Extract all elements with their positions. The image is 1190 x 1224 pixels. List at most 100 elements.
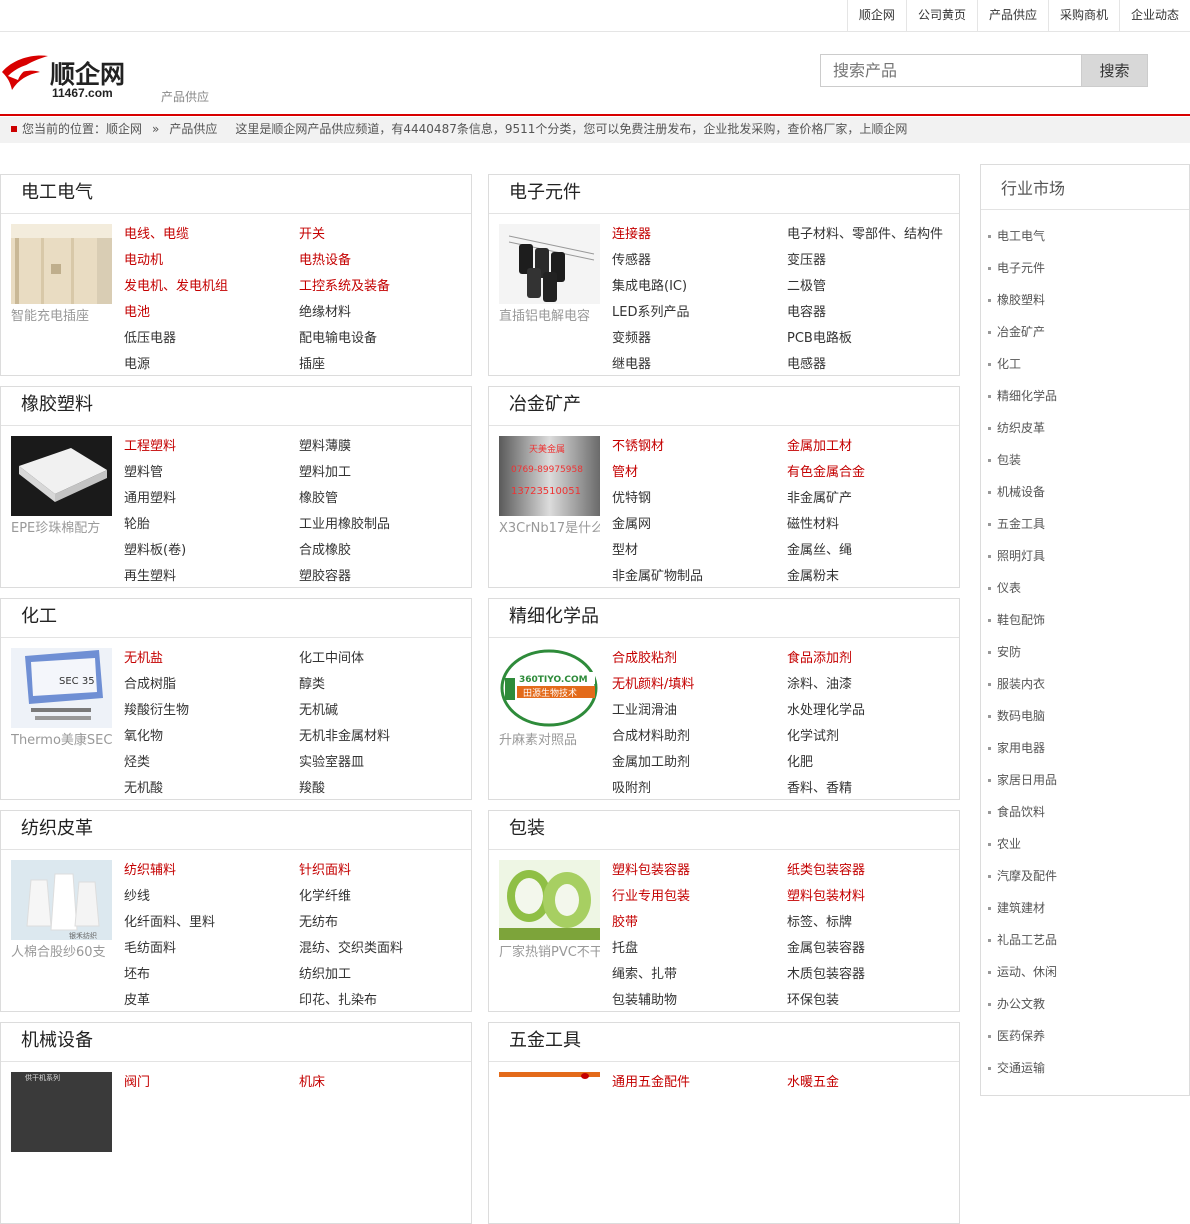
category-link[interactable]: 皮革 [124, 988, 299, 1014]
category-link[interactable]: 羧酸 [299, 776, 470, 802]
product-caption[interactable]: 厂家热销PVC不干胶 [499, 944, 600, 962]
category-link[interactable]: 集成电路(IC) [612, 274, 787, 300]
category-link[interactable]: 绳索、扎带 [612, 962, 787, 988]
sidebar-item[interactable]: 家用电器 [981, 732, 1189, 764]
category-link[interactable]: 工程塑料 [124, 434, 299, 460]
category-link[interactable]: 塑料加工 [299, 460, 470, 486]
category-link[interactable]: 金属粉末 [787, 564, 958, 590]
category-link[interactable]: 阀门 [124, 1070, 299, 1096]
category-link[interactable]: 型材 [612, 538, 787, 564]
category-link[interactable]: 实验室器皿 [299, 750, 470, 776]
sidebar-item[interactable]: 化工 [981, 348, 1189, 380]
category-link[interactable]: 优特钢 [612, 486, 787, 512]
category-link[interactable]: 托盘 [612, 936, 787, 962]
category-link[interactable]: 纺织加工 [299, 962, 470, 988]
category-link[interactable]: 合成胶粘剂 [612, 646, 787, 672]
category-link[interactable]: 针织面料 [299, 858, 470, 884]
category-link[interactable]: 电线、电缆 [124, 222, 299, 248]
category-link[interactable]: 电池 [124, 300, 299, 326]
category-link[interactable]: 羧酸衍生物 [124, 698, 299, 724]
category-link[interactable]: 合成橡胶 [299, 538, 470, 564]
category-link[interactable]: 再生塑料 [124, 564, 299, 590]
category-link[interactable]: 香料、香精 [787, 776, 958, 802]
category-link[interactable]: 有色金属合金 [787, 460, 958, 486]
category-link[interactable]: 标签、标牌 [787, 910, 958, 936]
category-link[interactable]: 金属加工助剂 [612, 750, 787, 776]
category-link[interactable]: 工业用橡胶制品 [299, 512, 470, 538]
category-link[interactable]: LED系列产品 [612, 300, 787, 326]
category-link[interactable]: 通用五金配件 [612, 1070, 787, 1096]
category-link[interactable]: 水处理化学品 [787, 698, 958, 724]
sidebar-item[interactable]: 农业 [981, 828, 1189, 860]
category-link[interactable]: 非金属矿物制品 [612, 564, 787, 590]
category-link[interactable]: 化学纤维 [299, 884, 470, 910]
category-link[interactable]: 吸附剂 [612, 776, 787, 802]
sidebar-item[interactable]: 食品饮料 [981, 796, 1189, 828]
category-link[interactable]: 发电机、发电机组 [124, 274, 299, 300]
category-link[interactable]: 通用塑料 [124, 486, 299, 512]
sidebar-item[interactable]: 建筑建材 [981, 892, 1189, 924]
category-link[interactable]: 电容器 [787, 300, 958, 326]
category-link[interactable]: 继电器 [612, 352, 787, 378]
category-link[interactable]: 无纺布 [299, 910, 470, 936]
sidebar-item[interactable]: 机械设备 [981, 476, 1189, 508]
product-thumbnail[interactable]: 银禾纺织 [11, 860, 112, 940]
topnav-yellow-pages[interactable]: 公司黄页 [905, 0, 977, 31]
category-link[interactable]: 水暖五金 [787, 1070, 958, 1096]
category-link[interactable]: 无机盐 [124, 646, 299, 672]
category-title[interactable]: 电工电气 [1, 175, 471, 214]
category-link[interactable]: 低压电器 [124, 326, 299, 352]
sidebar-item[interactable]: 运动、休闲 [981, 956, 1189, 988]
sidebar-item[interactable]: 汽摩及配件 [981, 860, 1189, 892]
category-link[interactable]: 胶带 [612, 910, 787, 936]
product-thumbnail[interactable] [499, 1072, 600, 1152]
sidebar-item[interactable]: 安防 [981, 636, 1189, 668]
category-link[interactable]: 变频器 [612, 326, 787, 352]
category-title[interactable]: 化工 [1, 599, 471, 638]
category-link[interactable]: 工业润滑油 [612, 698, 787, 724]
category-link[interactable]: 连接器 [612, 222, 787, 248]
category-link[interactable]: 化工中间体 [299, 646, 470, 672]
category-link[interactable]: 电动机 [124, 248, 299, 274]
sidebar-item[interactable]: 五金工具 [981, 508, 1189, 540]
site-logo[interactable]: 顺企网 11467.com [0, 50, 160, 106]
category-link[interactable]: 工控系统及装备 [299, 274, 470, 300]
category-link[interactable]: 食品添加剂 [787, 646, 958, 672]
category-link[interactable]: 塑料板(卷) [124, 538, 299, 564]
topnav-purchase[interactable]: 采购商机 [1047, 0, 1119, 31]
sidebar-item[interactable]: 医药保养 [981, 1020, 1189, 1052]
category-link[interactable]: 涂料、油漆 [787, 672, 958, 698]
product-thumbnail[interactable]: 供干机系列 [11, 1072, 112, 1152]
sidebar-item[interactable]: 家居日用品 [981, 764, 1189, 796]
sidebar-item[interactable]: 服装内衣 [981, 668, 1189, 700]
category-link[interactable]: 插座 [299, 352, 470, 378]
topnav-news[interactable]: 企业动态 [1118, 0, 1190, 31]
product-thumbnail[interactable]: 360TIYO.COM 田源生物技术 [499, 648, 600, 728]
sidebar-item[interactable]: 橡胶塑料 [981, 284, 1189, 316]
category-link[interactable]: 烃类 [124, 750, 299, 776]
category-link[interactable]: 无机非金属材料 [299, 724, 470, 750]
category-link[interactable]: PCB电路板 [787, 326, 958, 352]
search-input[interactable] [820, 54, 1082, 87]
category-link[interactable]: 纱线 [124, 884, 299, 910]
category-link[interactable]: 塑料管 [124, 460, 299, 486]
category-link[interactable]: 印花、扎染布 [299, 988, 470, 1014]
category-link[interactable]: 环保包装 [787, 988, 958, 1014]
product-thumbnail[interactable]: 天美金属 0769-89975958 13723510051 [499, 436, 600, 516]
category-link[interactable]: 金属丝、绳 [787, 538, 958, 564]
category-link[interactable]: 氧化物 [124, 724, 299, 750]
sidebar-item[interactable]: 包装 [981, 444, 1189, 476]
product-thumbnail[interactable] [499, 860, 600, 940]
breadcrumb-current[interactable]: 产品供应 [169, 122, 217, 136]
category-link[interactable]: 合成材料助剂 [612, 724, 787, 750]
sidebar-item[interactable]: 电子元件 [981, 252, 1189, 284]
product-caption[interactable]: 智能充电插座 [11, 308, 112, 326]
category-link[interactable]: 化纤面料、里料 [124, 910, 299, 936]
sidebar-item[interactable]: 办公文教 [981, 988, 1189, 1020]
sidebar-item[interactable]: 精细化学品 [981, 380, 1189, 412]
category-link[interactable]: 二极管 [787, 274, 958, 300]
category-link[interactable]: 塑料包装材料 [787, 884, 958, 910]
product-caption[interactable]: X3CrNb17是什么 [499, 520, 600, 538]
category-link[interactable]: 坯布 [124, 962, 299, 988]
category-link[interactable]: 行业专用包装 [612, 884, 787, 910]
